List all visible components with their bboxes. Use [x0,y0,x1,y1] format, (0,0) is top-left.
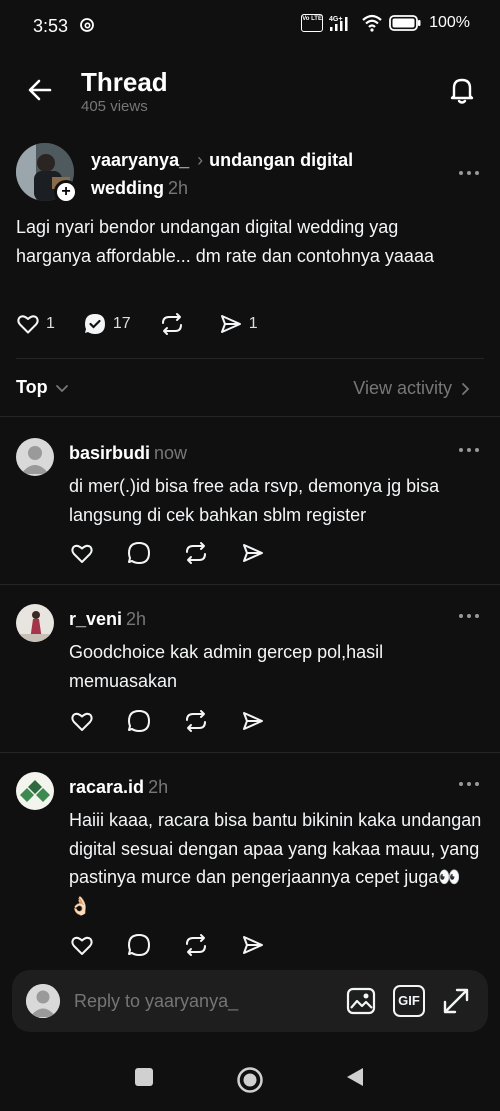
reply-count: 17 [112,315,131,332]
system-nav-bar [0,1050,500,1111]
follow-plus-icon[interactable]: + [54,180,78,204]
battery-percent: 100% [429,14,470,31]
heart-icon [17,315,39,334]
send-icon[interactable] [240,708,266,734]
more-options-icon[interactable] [457,611,481,621]
sort-label: Top [16,377,48,397]
avatar[interactable] [16,772,54,810]
avatar[interactable] [16,604,54,642]
status-indicators: Vo LTE 4G+ 100% [301,14,470,32]
comment-icon[interactable] [126,932,152,958]
thread-header: Thread 405 views [0,60,500,120]
repost-icon[interactable] [183,932,209,958]
avatar [26,984,60,1018]
divider [0,584,500,585]
status-bar: 3:53 Vo LTE 4G+ 100% [0,0,500,52]
post-time: 2h [168,178,189,198]
volte-icon: Vo LTE [301,14,324,32]
default-avatar-icon [16,438,54,476]
status-time: 3:53 [33,16,69,36]
reply-text: Haiii kaaa, racara bisa bantu bikinin ka… [69,810,482,916]
send-icon[interactable] [240,540,266,566]
recent-apps-icon[interactable] [133,1066,155,1088]
divider [0,416,500,417]
bell-icon[interactable] [446,74,478,106]
reply-composer: GIF [12,970,488,1032]
like-count: 1 [46,315,55,332]
more-options-icon[interactable] [457,168,481,178]
reply-time: 2h [148,777,169,797]
reply-time: 2h [126,609,147,629]
heart-icon[interactable] [69,708,95,734]
racara-logo [16,772,54,810]
chevron-right-icon: › [197,150,204,170]
reply-input[interactable] [74,986,274,1016]
arrow-left-icon[interactable] [26,76,54,104]
sort-dropdown[interactable]: Top [16,377,71,398]
share-count: 1 [248,315,258,332]
chevron-down-icon [55,384,68,392]
reply-text: Goodchoice kak admin gercep pol,hasil me… [69,642,384,691]
post-author[interactable]: yaaryanya_ [91,150,189,170]
divider [16,358,484,359]
comment-check-icon [84,314,105,334]
image-icon[interactable] [345,985,377,1017]
repost-icon [161,313,182,335]
post-actions: 1 17 1 [16,312,286,336]
comment-icon[interactable] [126,540,152,566]
post-text: Lagi nyari bendor undangan digital weddi… [16,217,434,266]
back-nav-icon[interactable] [344,1066,366,1088]
avatar[interactable] [16,438,54,476]
expand-icon[interactable] [440,985,472,1017]
send-icon[interactable] [240,932,266,958]
battery-icon [389,15,421,31]
threads-notification-icon [80,18,94,32]
reply-header: racara.id 2h [69,777,168,798]
reply-time: now [154,443,188,463]
comment-icon[interactable] [126,708,152,734]
view-activity-label: View activity [353,378,452,398]
reply-username[interactable]: basirbudi [69,443,150,463]
repost-icon[interactable] [183,708,209,734]
repost-icon[interactable] [183,540,209,566]
reply-actions [69,708,297,734]
sort-row: Top View activity [0,372,500,408]
reply-username[interactable]: racara.id [69,777,144,797]
reply-text: di mer(.)id bisa free ada rsvp, demonya … [69,476,440,525]
gif-button[interactable]: GIF [393,985,425,1017]
reply-actions [69,932,297,958]
more-options-icon[interactable] [457,779,481,789]
reply-button[interactable]: 17 [83,312,131,336]
views-count: 405 views [81,98,148,115]
like-button[interactable]: 1 [16,312,55,336]
default-avatar-icon [26,984,60,1018]
reply-header: r_veni 2h [69,609,146,630]
reply-actions [69,540,297,566]
reply-username[interactable]: r_veni [69,609,122,629]
wifi-icon [362,14,382,32]
send-icon [220,315,241,333]
reply-header: basirbudi now [69,443,187,464]
chevron-right-icon [462,382,470,395]
more-options-icon[interactable] [457,445,481,455]
view-activity-link[interactable]: View activity [353,378,474,399]
home-icon[interactable] [236,1066,264,1094]
avatar-photo [16,604,54,642]
heart-icon[interactable] [69,932,95,958]
post-meta: yaaryanya_ › undangan digital wedding 2h [91,146,451,202]
heart-icon[interactable] [69,540,95,566]
divider [0,752,500,753]
repost-button[interactable] [159,312,191,336]
signal-icon: 4G+ [329,16,348,31]
share-button[interactable]: 1 [219,312,258,336]
page-title: Thread [81,67,168,97]
